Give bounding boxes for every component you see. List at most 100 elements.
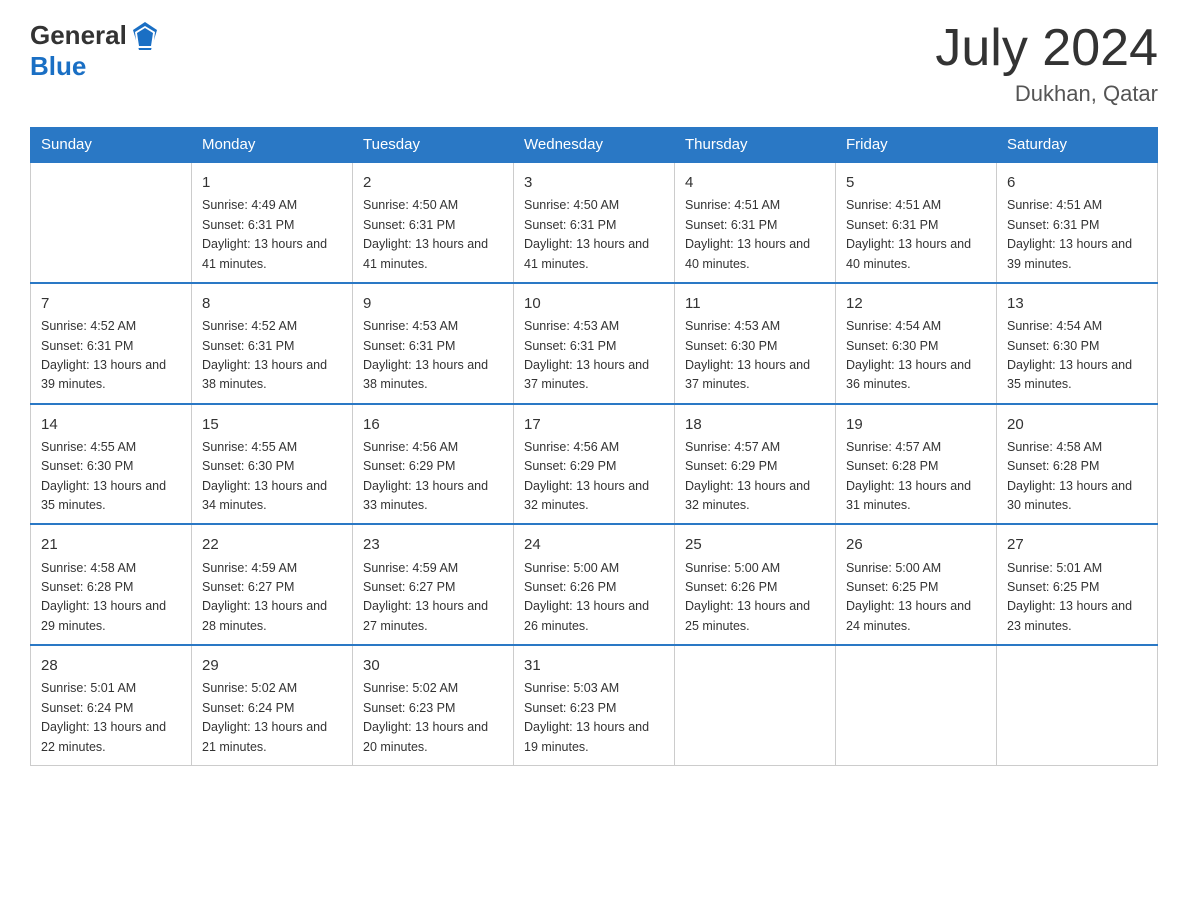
day-info: Sunrise: 4:57 AMSunset: 6:28 PMDaylight:… (846, 438, 986, 516)
day-number: 2 (363, 171, 503, 194)
day-info: Sunrise: 5:00 AMSunset: 6:26 PMDaylight:… (524, 559, 664, 637)
day-info: Sunrise: 4:53 AMSunset: 6:31 PMDaylight:… (524, 317, 664, 395)
day-info: Sunrise: 4:54 AMSunset: 6:30 PMDaylight:… (1007, 317, 1147, 395)
day-number: 31 (524, 654, 664, 677)
col-thursday: Thursday (675, 128, 836, 163)
day-number: 13 (1007, 292, 1147, 315)
day-info: Sunrise: 4:52 AMSunset: 6:31 PMDaylight:… (202, 317, 342, 395)
day-info: Sunrise: 4:56 AMSunset: 6:29 PMDaylight:… (363, 438, 503, 516)
day-number: 16 (363, 413, 503, 436)
table-row: 15Sunrise: 4:55 AMSunset: 6:30 PMDayligh… (192, 404, 353, 525)
day-number: 9 (363, 292, 503, 315)
day-number: 18 (685, 413, 825, 436)
day-number: 10 (524, 292, 664, 315)
day-info: Sunrise: 4:51 AMSunset: 6:31 PMDaylight:… (846, 196, 986, 274)
day-info: Sunrise: 5:02 AMSunset: 6:23 PMDaylight:… (363, 679, 503, 757)
table-row: 3Sunrise: 4:50 AMSunset: 6:31 PMDaylight… (514, 162, 675, 283)
week-row-4: 21Sunrise: 4:58 AMSunset: 6:28 PMDayligh… (31, 524, 1158, 645)
table-row: 24 Sunrise: 5:00 AMSunset: 6:26 PMDayligh… (514, 524, 675, 645)
table-row: 20Sunrise: 4:58 AMSunset: 6:28 PMDayligh… (997, 404, 1158, 525)
table-row: 7Sunrise: 4:52 AMSunset: 6:31 PMDaylight… (31, 283, 192, 404)
location: Dukhan, Qatar (935, 81, 1158, 107)
page: General Blue July 2024 Dukhan, Qatar Sun… (0, 0, 1188, 918)
table-row: 8Sunrise: 4:52 AMSunset: 6:31 PMDaylight… (192, 283, 353, 404)
day-number: 12 (846, 292, 986, 315)
col-friday: Friday (836, 128, 997, 163)
day-number: 25 (685, 533, 825, 556)
day-number: 29 (202, 654, 342, 677)
table-row: 18Sunrise: 4:57 AMSunset: 6:29 PMDayligh… (675, 404, 836, 525)
table-row: 27 Sunrise: 5:01 AMSunset: 6:25 PMDayligh… (997, 524, 1158, 645)
logo: General Blue (30, 20, 163, 82)
day-info: Sunrise: 5:00 AMSunset: 6:26 PMDaylight:… (685, 559, 825, 637)
logo-blue-text: Blue (30, 51, 86, 81)
week-row-5: 28Sunrise: 5:01 AMSunset: 6:24 PMDayligh… (31, 645, 1158, 765)
table-row: 17Sunrise: 4:56 AMSunset: 6:29 PMDayligh… (514, 404, 675, 525)
table-row: 11Sunrise: 4:53 AMSunset: 6:30 PMDayligh… (675, 283, 836, 404)
day-number: 17 (524, 413, 664, 436)
table-row (836, 645, 997, 765)
day-info: Sunrise: 4:51 AMSunset: 6:31 PMDaylight:… (685, 196, 825, 274)
table-row: 28Sunrise: 5:01 AMSunset: 6:24 PMDayligh… (31, 645, 192, 765)
table-row: 4Sunrise: 4:51 AMSunset: 6:31 PMDaylight… (675, 162, 836, 283)
day-number: 5 (846, 171, 986, 194)
day-info: Sunrise: 4:54 AMSunset: 6:30 PMDaylight:… (846, 317, 986, 395)
day-number: 20 (1007, 413, 1147, 436)
table-row: 21Sunrise: 4:58 AMSunset: 6:28 PMDayligh… (31, 524, 192, 645)
day-info: Sunrise: 4:59 AMSunset: 6:27 PMDaylight:… (202, 559, 342, 637)
day-info: Sunrise: 4:49 AMSunset: 6:31 PMDaylight:… (202, 196, 342, 274)
table-row (675, 645, 836, 765)
table-row: 25 Sunrise: 5:00 AMSunset: 6:26 PMDayligh… (675, 524, 836, 645)
calendar-table: Sunday Monday Tuesday Wednesday Thursday… (30, 127, 1158, 766)
day-info: Sunrise: 4:59 AMSunset: 6:27 PMDaylight:… (363, 559, 503, 637)
table-row: 2Sunrise: 4:50 AMSunset: 6:31 PMDaylight… (353, 162, 514, 283)
table-row: 9Sunrise: 4:53 AMSunset: 6:31 PMDaylight… (353, 283, 514, 404)
day-info: Sunrise: 4:51 AMSunset: 6:31 PMDaylight:… (1007, 196, 1147, 274)
month-year: July 2024 (935, 20, 1158, 77)
week-row-3: 14Sunrise: 4:55 AMSunset: 6:30 PMDayligh… (31, 404, 1158, 525)
table-row: 14Sunrise: 4:55 AMSunset: 6:30 PMDayligh… (31, 404, 192, 525)
day-number: 21 (41, 533, 181, 556)
table-row: 10Sunrise: 4:53 AMSunset: 6:31 PMDayligh… (514, 283, 675, 404)
day-info: Sunrise: 4:55 AMSunset: 6:30 PMDaylight:… (41, 438, 181, 516)
day-number: 1 (202, 171, 342, 194)
day-number: 24 (524, 533, 664, 556)
table-row: 29Sunrise: 5:02 AMSunset: 6:24 PMDayligh… (192, 645, 353, 765)
table-row: 5Sunrise: 4:51 AMSunset: 6:31 PMDaylight… (836, 162, 997, 283)
day-number: 27 (1007, 533, 1147, 556)
day-info: Sunrise: 4:57 AMSunset: 6:29 PMDaylight:… (685, 438, 825, 516)
table-row: 16Sunrise: 4:56 AMSunset: 6:29 PMDayligh… (353, 404, 514, 525)
week-row-1: 1Sunrise: 4:49 AMSunset: 6:31 PMDaylight… (31, 162, 1158, 283)
header: General Blue July 2024 Dukhan, Qatar (30, 20, 1158, 107)
day-number: 11 (685, 292, 825, 315)
day-info: Sunrise: 4:56 AMSunset: 6:29 PMDaylight:… (524, 438, 664, 516)
table-row: 12Sunrise: 4:54 AMSunset: 6:30 PMDayligh… (836, 283, 997, 404)
day-number: 23 (363, 533, 503, 556)
day-info: Sunrise: 5:03 AMSunset: 6:23 PMDaylight:… (524, 679, 664, 757)
table-row: 6Sunrise: 4:51 AMSunset: 6:31 PMDaylight… (997, 162, 1158, 283)
day-info: Sunrise: 5:01 AMSunset: 6:25 PMDaylight:… (1007, 559, 1147, 637)
table-row: 23 Sunrise: 4:59 AMSunset: 6:27 PMDayligh… (353, 524, 514, 645)
day-info: Sunrise: 4:50 AMSunset: 6:31 PMDaylight:… (363, 196, 503, 274)
day-number: 4 (685, 171, 825, 194)
col-monday: Monday (192, 128, 353, 163)
col-sunday: Sunday (31, 128, 192, 163)
day-info: Sunrise: 4:52 AMSunset: 6:31 PMDaylight:… (41, 317, 181, 395)
day-info: Sunrise: 5:02 AMSunset: 6:24 PMDaylight:… (202, 679, 342, 757)
table-row: 30Sunrise: 5:02 AMSunset: 6:23 PMDayligh… (353, 645, 514, 765)
day-info: Sunrise: 4:58 AMSunset: 6:28 PMDaylight:… (1007, 438, 1147, 516)
day-info: Sunrise: 4:53 AMSunset: 6:30 PMDaylight:… (685, 317, 825, 395)
day-number: 19 (846, 413, 986, 436)
col-saturday: Saturday (997, 128, 1158, 163)
col-wednesday: Wednesday (514, 128, 675, 163)
day-number: 3 (524, 171, 664, 194)
day-info: Sunrise: 5:00 AMSunset: 6:25 PMDaylight:… (846, 559, 986, 637)
day-number: 8 (202, 292, 342, 315)
header-row: Sunday Monday Tuesday Wednesday Thursday… (31, 128, 1158, 163)
table-row: 19Sunrise: 4:57 AMSunset: 6:28 PMDayligh… (836, 404, 997, 525)
table-row: 13Sunrise: 4:54 AMSunset: 6:30 PMDayligh… (997, 283, 1158, 404)
week-row-2: 7Sunrise: 4:52 AMSunset: 6:31 PMDaylight… (31, 283, 1158, 404)
table-row: 1Sunrise: 4:49 AMSunset: 6:31 PMDaylight… (192, 162, 353, 283)
day-number: 26 (846, 533, 986, 556)
day-info: Sunrise: 4:53 AMSunset: 6:31 PMDaylight:… (363, 317, 503, 395)
